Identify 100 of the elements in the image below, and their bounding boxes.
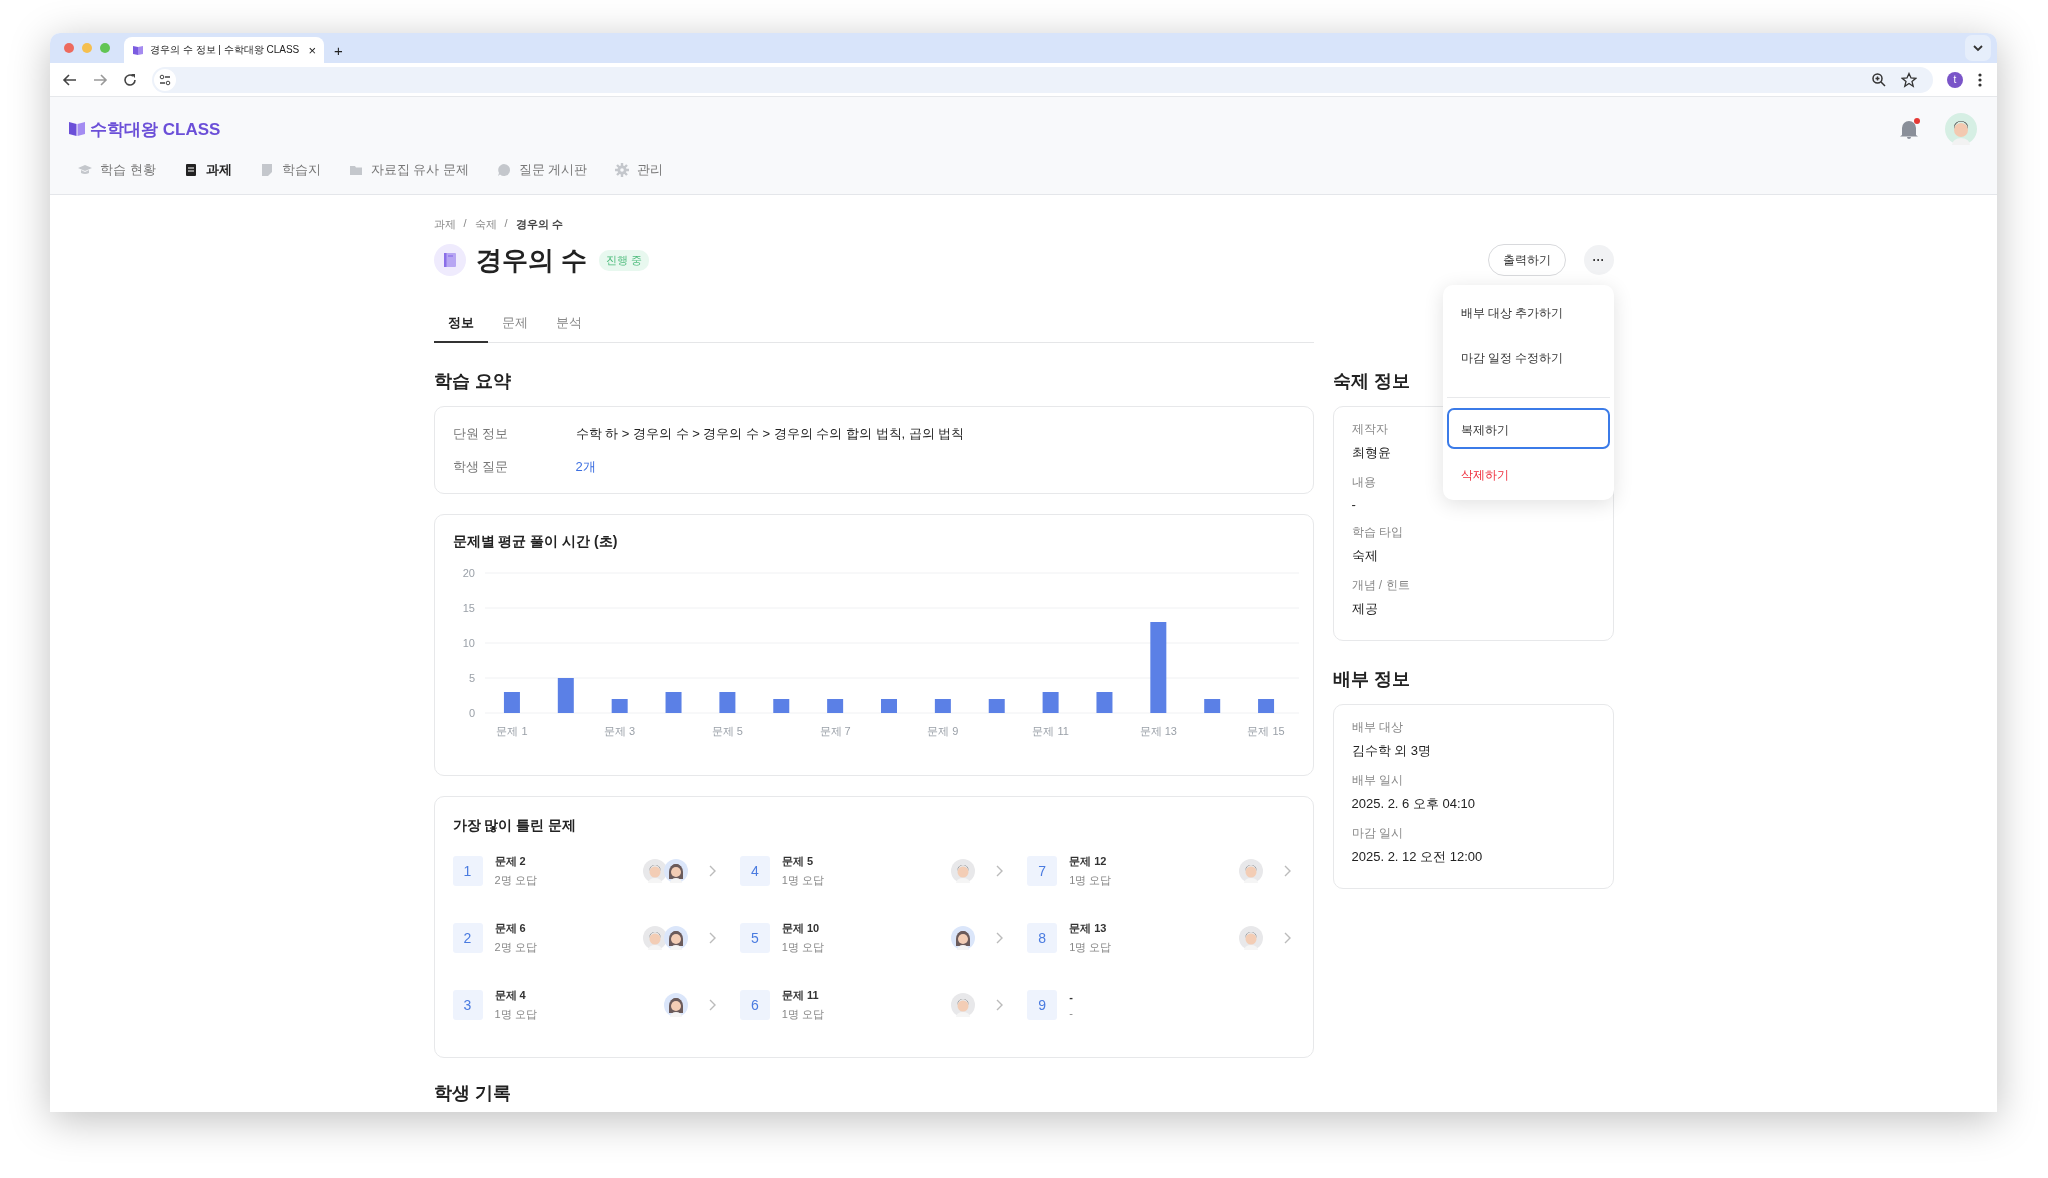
field-value: 2025. 2. 6 오후 04:10	[1351, 795, 1476, 813]
rank-number: 5	[739, 923, 770, 953]
nav-tab[interactable]: 학습지	[259, 161, 321, 179]
field-value: 숙제	[1351, 547, 1378, 565]
browser-tab[interactable]: 경우의 수 정보 | 수학대왕 CLASS ×	[124, 37, 324, 63]
nav-tab[interactable]: 질문 게시판	[496, 161, 588, 179]
breadcrumb-separator: /	[504, 217, 508, 231]
problem-title: 문제 13	[1069, 921, 1108, 936]
field-label: 배부 대상	[1351, 719, 1403, 736]
status-badge: 진행 중	[598, 249, 649, 271]
bar	[880, 699, 897, 713]
axis-tick-label: 문제 15	[1246, 725, 1285, 737]
axis-tick-label: 문제 3	[603, 725, 635, 737]
section-tab[interactable]: 분석	[541, 308, 596, 343]
problem-title: 문제 11	[781, 988, 820, 1003]
section-tab[interactable]: 정보	[433, 308, 488, 343]
field-value: 제공	[1351, 600, 1378, 618]
breadcrumb-link[interactable]: 과제	[433, 217, 456, 232]
bar	[718, 692, 735, 713]
problem-title: 문제 5	[781, 854, 814, 869]
breadcrumb-separator: /	[463, 217, 467, 231]
new-tab-button[interactable]: +	[334, 42, 343, 59]
field-label: 학생 질문	[452, 458, 510, 476]
nav-tab[interactable]: 학습 현황	[78, 161, 156, 179]
axis-tick-label: 문제 9	[926, 725, 958, 737]
bar	[611, 699, 628, 713]
avatar-icon[interactable]	[1945, 113, 1977, 145]
axis-tick-label: 문제 1	[495, 725, 528, 737]
chevron-right-icon[interactable]	[1282, 932, 1291, 944]
breadcrumb-link[interactable]: 숙제	[474, 217, 497, 232]
forward-icon[interactable]	[92, 71, 108, 88]
site-settings-icon[interactable]	[154, 68, 176, 91]
more-button[interactable]: ···	[1583, 245, 1614, 275]
bar	[1042, 692, 1059, 713]
wrong-count: 1명 오답	[781, 940, 824, 955]
axis-tick-label: 15	[462, 602, 475, 614]
wrong-count: 2명 오답	[494, 873, 537, 888]
chevron-right-icon[interactable]	[995, 865, 1004, 877]
problem-title: 문제 12	[1069, 854, 1108, 869]
chevron-right-icon[interactable]	[707, 932, 716, 944]
reload-icon[interactable]	[122, 71, 138, 88]
profile-button[interactable]: t	[1947, 71, 1963, 88]
section-tab[interactable]: 문제	[487, 308, 542, 343]
back-icon[interactable]	[62, 71, 78, 88]
field-label: 개념 / 힌트	[1351, 577, 1410, 594]
zoom-icon[interactable]	[1871, 71, 1887, 88]
page-title: 경우의 수	[475, 243, 587, 277]
folder-icon	[348, 163, 363, 177]
menu-item[interactable]: 삭제하기	[1446, 453, 1610, 494]
chevron-right-icon[interactable]	[995, 999, 1004, 1011]
wrong-count: 1명 오답	[781, 1007, 824, 1022]
question-count-link[interactable]: 2개	[575, 458, 596, 476]
menu-item[interactable]: 마감 일정 수정하기	[1446, 336, 1610, 377]
logo-text[interactable]: 수학대왕 CLASS	[90, 117, 221, 141]
field-label: 단원 정보	[452, 425, 510, 443]
problem-title: 문제 2	[494, 854, 527, 869]
print-button[interactable]: 출력하기	[1487, 244, 1566, 276]
menu-item[interactable]: 복제하기	[1446, 408, 1610, 449]
nav-tab[interactable]: 관리	[615, 161, 664, 179]
field-label: 제작자	[1351, 421, 1388, 438]
nav-tab[interactable]: 과제	[183, 161, 232, 179]
bar	[1257, 699, 1274, 713]
more-vertical-icon[interactable]	[1977, 71, 1983, 88]
field-value: 2025. 2. 12 오전 12:00	[1351, 848, 1483, 866]
bar	[772, 699, 789, 713]
chart-title: 문제별 평균 풀이 시간 (초)	[452, 533, 619, 551]
notification-bell-icon[interactable]	[1897, 117, 1921, 141]
axis-tick-label: 20	[462, 567, 475, 579]
question-bubble-icon	[496, 163, 511, 177]
rank-number: 2	[452, 923, 483, 953]
axis-tick-label: 문제 7	[819, 725, 851, 737]
field-value: -	[1351, 497, 1356, 512]
book-icon	[132, 44, 144, 56]
window-controls[interactable]	[64, 43, 110, 53]
chevron-right-icon[interactable]	[1282, 865, 1291, 877]
bar	[503, 692, 520, 713]
rank-number: 8	[1027, 923, 1058, 953]
axis-tick-label: 10	[462, 637, 475, 649]
tab-title: 경우의 수 정보 | 수학대왕 CLASS	[150, 43, 300, 57]
chevron-right-icon[interactable]	[707, 865, 716, 877]
wrong-count: 1명 오답	[1069, 940, 1112, 955]
chevron-right-icon[interactable]	[707, 999, 716, 1011]
menu-item[interactable]: 배부 대상 추가하기	[1446, 291, 1610, 332]
bar	[665, 692, 682, 713]
field-label: 마감 일시	[1351, 825, 1403, 842]
chevron-down-icon[interactable]	[1965, 35, 1991, 61]
breadcrumb-link[interactable]: 경우의 수	[515, 217, 563, 232]
star-icon[interactable]	[1901, 71, 1917, 88]
chevron-right-icon[interactable]	[995, 932, 1004, 944]
bar	[934, 699, 951, 713]
rank-number: 6	[739, 990, 770, 1020]
card-title: 가장 많이 틀린 문제	[452, 817, 578, 835]
nav-tab[interactable]: 자료집 유사 문제	[348, 161, 469, 179]
bar	[826, 699, 843, 713]
problem-title: 문제 6	[494, 921, 527, 936]
rank-number: 1	[452, 856, 483, 886]
close-tab-button[interactable]: ×	[308, 42, 316, 58]
bar	[1095, 692, 1112, 713]
problem-title: 문제 10	[781, 921, 821, 936]
wrong-count: 1명 오답	[781, 873, 824, 888]
